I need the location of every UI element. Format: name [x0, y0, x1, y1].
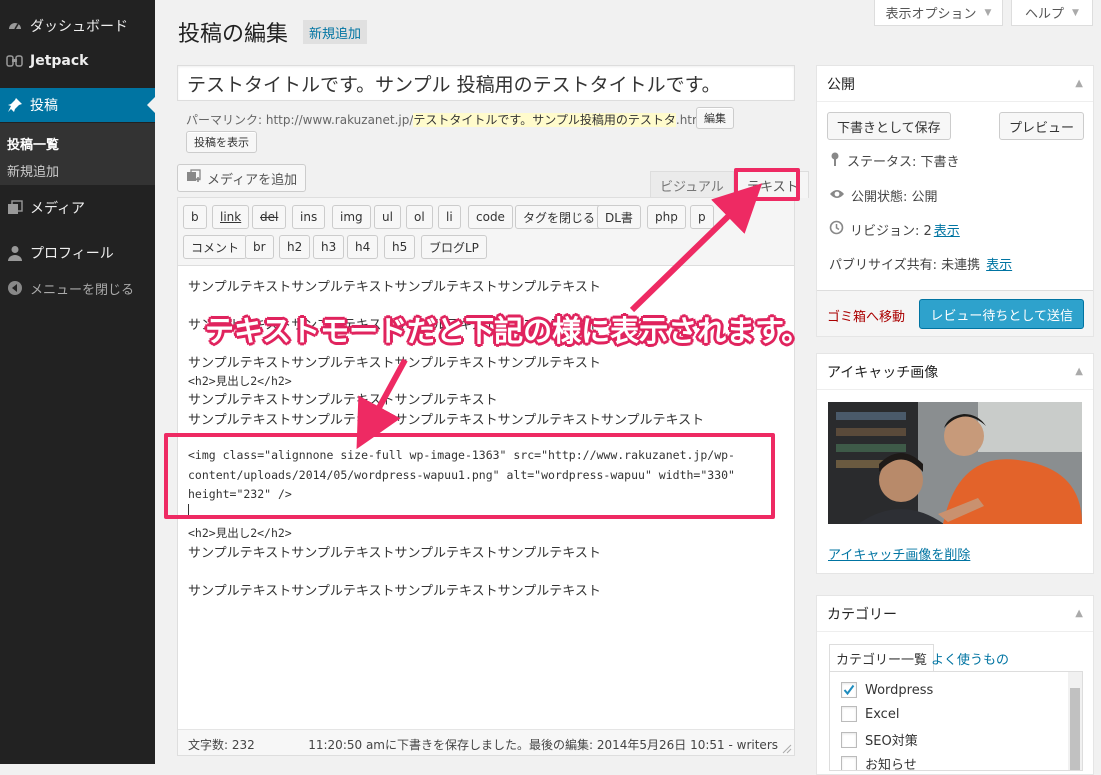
annotation-arrows — [356, 183, 763, 450]
arrow-to-code — [356, 358, 408, 450]
arrow-to-text-tab — [629, 183, 763, 313]
annotation-caption: テキストモードだと下記の様に表示されます。 — [205, 314, 811, 348]
